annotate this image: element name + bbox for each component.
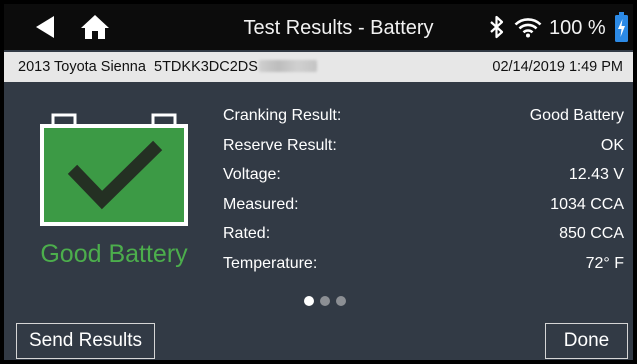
result-row-measured: Measured: 1034 CCA	[223, 191, 624, 221]
vehicle-name: 2013 Toyota Sienna	[18, 59, 146, 75]
result-value: 1034 CCA	[550, 195, 624, 213]
result-row-voltage: Voltage: 12.43 V	[223, 161, 624, 191]
result-value: 72° F	[585, 254, 624, 272]
result-row-temperature: Temperature: 72° F	[223, 250, 624, 280]
battery-charging-icon	[615, 12, 628, 42]
result-label: Voltage:	[223, 166, 281, 183]
page-dot-3[interactable]	[336, 296, 346, 306]
page-dot-2[interactable]	[320, 296, 330, 306]
result-value: OK	[600, 136, 624, 154]
result-label: Temperature:	[223, 254, 318, 272]
battery-check-icon	[40, 113, 188, 226]
result-value: 850 CCA	[559, 225, 624, 242]
bluetooth-icon	[490, 15, 504, 39]
battery-status-text: Good Battery	[40, 240, 188, 268]
result-row-cranking: Cranking Result: Good Battery	[223, 102, 624, 132]
date-time: 02/14/2019 1:49 PM	[492, 59, 623, 75]
result-value: 12.43 V	[568, 166, 624, 183]
result-row-reserve: Reserve Result: OK	[223, 132, 624, 162]
result-label: Rated:	[223, 225, 271, 242]
wifi-icon	[514, 18, 542, 38]
vehicle-info-bar: 2013 Toyota Sienna 5TDKK3DC2DS 02/14/201…	[4, 52, 633, 82]
page-dot-1[interactable]	[304, 296, 314, 306]
send-results-button[interactable]: Send Results	[16, 323, 155, 359]
result-value: Good Battery	[529, 107, 624, 124]
page-indicator[interactable]	[304, 296, 354, 308]
vehicle-description: 2013 Toyota Sienna 5TDKK3DC2DS	[18, 59, 317, 75]
tester-screen: Test Results - Battery 100 % 2013 Toyota…	[4, 4, 633, 360]
results-list: Cranking Result: Good Battery Reserve Re…	[223, 102, 624, 279]
result-label: Measured:	[223, 195, 299, 213]
result-label: Cranking Result:	[223, 107, 342, 124]
result-label: Reserve Result:	[223, 136, 337, 154]
vehicle-vin: 5TDKK3DC2DS	[154, 59, 258, 75]
vin-redaction	[258, 60, 317, 72]
status-bar: Test Results - Battery 100 %	[4, 4, 633, 50]
result-row-rated: Rated: 850 CCA	[223, 220, 624, 250]
done-button[interactable]: Done	[545, 323, 628, 359]
battery-percent: 100 %	[549, 17, 606, 39]
